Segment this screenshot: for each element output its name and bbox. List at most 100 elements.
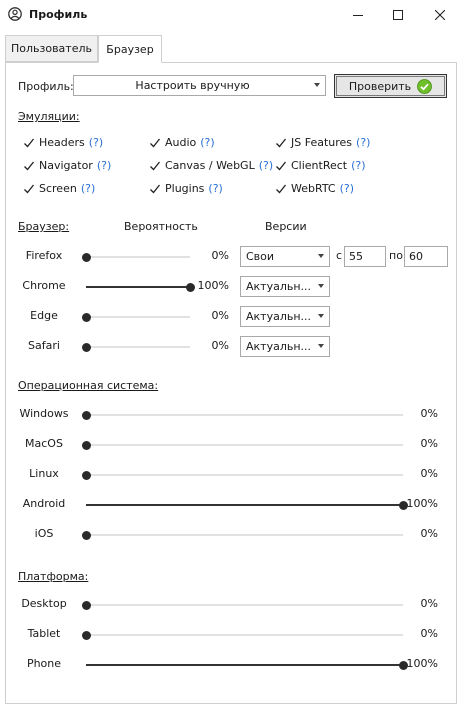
slider-thumb[interactable]	[81, 530, 91, 540]
help-link[interactable]: (?)	[97, 159, 111, 172]
platform-phone-slider[interactable]	[86, 660, 408, 670]
browser-safari-slider[interactable]	[81, 342, 190, 352]
profile-select-value: Настроить вручную	[135, 79, 250, 92]
emulation-audio-checkbox[interactable]: Audio (?)	[148, 136, 215, 149]
version-to-label: по	[389, 249, 403, 262]
help-link[interactable]: (?)	[356, 136, 370, 149]
slider-fill	[86, 504, 403, 506]
help-link[interactable]: (?)	[208, 182, 222, 195]
emulation-headers-checkbox[interactable]: Headers (?)	[22, 136, 103, 149]
close-button[interactable]	[420, 4, 460, 26]
emulation-label: Navigator	[39, 159, 93, 172]
slider-thumb[interactable]	[81, 312, 91, 322]
emulation-navigator-checkbox[interactable]: Navigator (?)	[22, 159, 111, 172]
platform-tablet-label: Tablet	[27, 627, 61, 640]
checkmark-icon	[148, 182, 161, 195]
platform-tablet-slider[interactable]	[81, 630, 403, 640]
emulation-label: Screen	[39, 182, 77, 195]
maximize-button[interactable]	[378, 4, 418, 26]
profile-label: Профиль:	[18, 80, 74, 93]
checkmark-icon	[22, 159, 35, 172]
browser-safari-version-select[interactable]: Актуальн...	[240, 336, 330, 357]
help-link[interactable]: (?)	[89, 136, 103, 149]
version-select-value: Актуальн...	[246, 280, 312, 293]
platform-section-label: Платформа:	[18, 570, 89, 583]
version-from-label: с	[336, 249, 343, 262]
slider-thumb[interactable]	[81, 440, 91, 450]
os-linux-value: 0%	[420, 467, 438, 480]
emulation-plugins-checkbox[interactable]: Plugins (?)	[148, 182, 223, 195]
os-ios-value: 0%	[420, 527, 438, 540]
minimize-icon	[353, 15, 363, 16]
check-button[interactable]: Проверить	[334, 74, 447, 98]
focus-border	[336, 76, 445, 96]
help-link[interactable]: (?)	[351, 159, 365, 172]
browser-firefox-version-select[interactable]: Свои	[240, 246, 330, 267]
os-linux-slider[interactable]	[81, 470, 403, 480]
browser-chrome-slider[interactable]	[86, 282, 195, 292]
slider-thumb[interactable]	[81, 600, 91, 610]
close-icon	[435, 10, 445, 20]
os-section-label: Операционная система:	[18, 379, 159, 392]
browser-chrome-label: Chrome	[22, 279, 66, 292]
tab-browser[interactable]: Браузер	[98, 35, 162, 63]
os-ios-slider[interactable]	[81, 530, 403, 540]
version-from-input[interactable]: 55	[344, 246, 386, 267]
help-link[interactable]: (?)	[259, 159, 273, 172]
browser-chrome-version-select[interactable]: Актуальн...	[240, 276, 330, 297]
emulation-js-features-checkbox[interactable]: JS Features (?)	[274, 136, 370, 149]
tab-user[interactable]: Пользователь	[5, 35, 98, 62]
versions-header: Версии	[265, 220, 307, 233]
chevron-down-icon	[318, 284, 324, 288]
browser-edge-slider[interactable]	[81, 312, 190, 322]
os-macos-value: 0%	[420, 437, 438, 450]
version-to-value: 60	[409, 250, 423, 263]
os-macos-slider[interactable]	[81, 440, 403, 450]
browser-firefox-label: Firefox	[25, 249, 63, 262]
os-macos-label: MacOS	[25, 437, 63, 450]
browser-edge-label: Edge	[30, 309, 58, 322]
os-linux-label: Linux	[29, 467, 59, 480]
version-to-input[interactable]: 60	[404, 246, 448, 267]
platform-phone-label: Phone	[26, 657, 62, 670]
version-select-value: Актуальн...	[246, 310, 312, 323]
platform-phone-value: 100%	[406, 657, 438, 670]
chevron-down-icon	[318, 254, 324, 258]
os-android-label: Android	[22, 497, 66, 510]
slider-thumb[interactable]	[81, 410, 91, 420]
version-select-value: Актуальн...	[246, 340, 312, 353]
emulation-screen-checkbox[interactable]: Screen (?)	[22, 182, 95, 195]
window-title: Профиль	[29, 8, 88, 21]
checkmark-icon	[22, 136, 35, 149]
os-windows-value: 0%	[420, 407, 438, 420]
emulation-label: Headers	[39, 136, 85, 149]
platform-desktop-slider[interactable]	[81, 600, 403, 610]
checkmark-icon	[22, 182, 35, 195]
os-windows-label: Windows	[19, 407, 69, 420]
browser-safari-label: Safari	[28, 339, 60, 352]
emulation-clientrect-checkbox[interactable]: ClientRect (?)	[274, 159, 366, 172]
checkmark-icon	[148, 136, 161, 149]
slider-thumb[interactable]	[81, 252, 91, 262]
profile-select[interactable]: Настроить вручную	[73, 75, 326, 96]
emulation-canvas-webgl-checkbox[interactable]: Canvas / WebGL (?)	[148, 159, 273, 172]
platform-desktop-value: 0%	[420, 597, 438, 610]
browser-firefox-value: 0%	[211, 249, 229, 262]
emulation-label: Audio	[165, 136, 197, 149]
slider-thumb[interactable]	[81, 470, 91, 480]
emulation-section-label: Эмуляции:	[18, 110, 80, 123]
emulation-webrtc-checkbox[interactable]: WebRTC (?)	[274, 182, 354, 195]
browser-firefox-slider[interactable]	[81, 252, 190, 262]
os-windows-slider[interactable]	[81, 410, 403, 420]
slider-thumb[interactable]	[81, 342, 91, 352]
browser-edge-version-select[interactable]: Актуальн...	[240, 306, 330, 327]
checkmark-icon	[274, 159, 287, 172]
checkmark-icon	[148, 159, 161, 172]
help-link[interactable]: (?)	[81, 182, 95, 195]
help-link[interactable]: (?)	[200, 136, 214, 149]
os-android-slider[interactable]	[86, 500, 408, 510]
chevron-down-icon	[318, 344, 324, 348]
help-link[interactable]: (?)	[340, 182, 354, 195]
minimize-button[interactable]	[338, 4, 378, 26]
slider-thumb[interactable]	[81, 630, 91, 640]
